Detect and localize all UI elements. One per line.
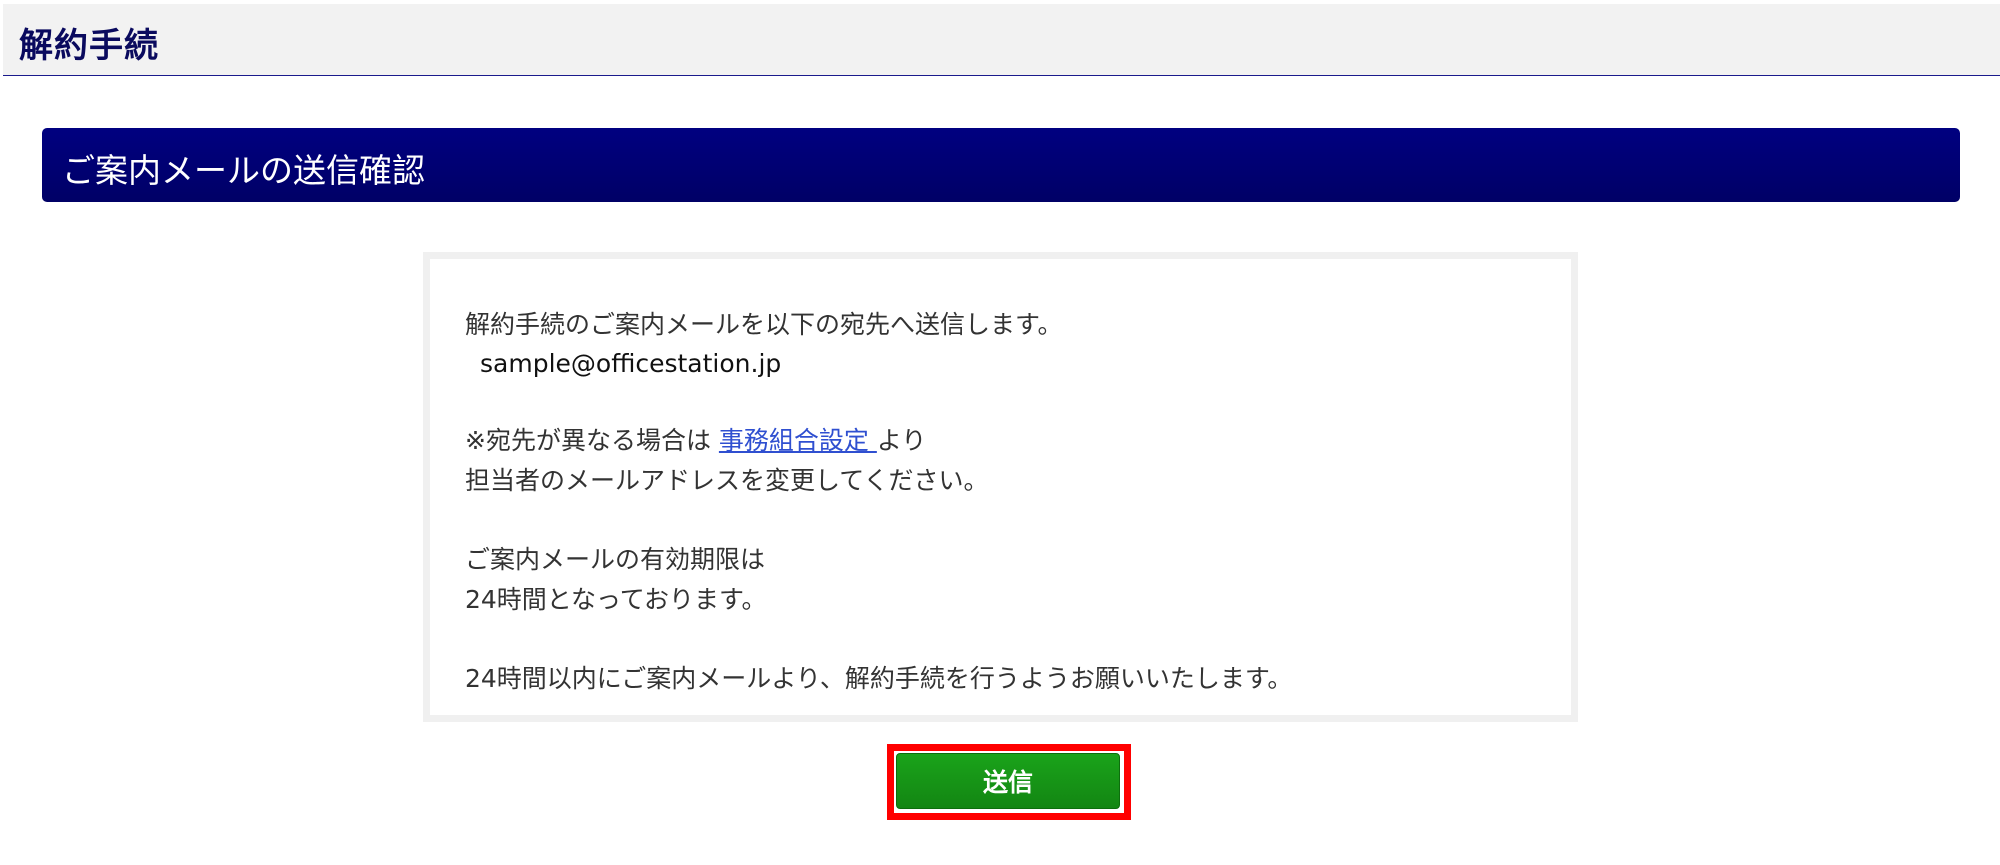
section-title-bar: ご案内メールの送信確認 xyxy=(42,128,1960,202)
recipient-note: ※宛先が異なる場合は 事務組合設定 より xyxy=(465,421,926,457)
page-header: 解約手続 xyxy=(3,4,2000,76)
office-settings-link[interactable]: 事務組合設定 xyxy=(719,426,877,455)
recipient-email: sample@officestation.jp xyxy=(480,349,782,378)
send-notice-text: 解約手続のご案内メールを以下の宛先へ送信します。 xyxy=(465,310,1063,339)
validity-text-line1: ご案内メールの有効期限は xyxy=(465,545,766,574)
page-title: 解約手続 xyxy=(19,26,159,66)
request-text: 24時間以内にご案内メールより、解約手続を行うようお願いいたします。 xyxy=(465,664,1293,693)
recipient-note-prefix: ※宛先が異なる場合は xyxy=(465,426,719,455)
send-button[interactable]: 送信 xyxy=(896,753,1120,809)
section-title: ご案内メールの送信確認 xyxy=(62,151,425,190)
recipient-note-line2: 担当者のメールアドレスを変更してください。 xyxy=(465,466,989,495)
message-box: 解約手続のご案内メールを以下の宛先へ送信します。 sample@officest… xyxy=(423,252,1578,722)
validity-text-line2: 24時間となっております。 xyxy=(465,585,767,614)
recipient-note-suffix: より xyxy=(876,426,927,455)
